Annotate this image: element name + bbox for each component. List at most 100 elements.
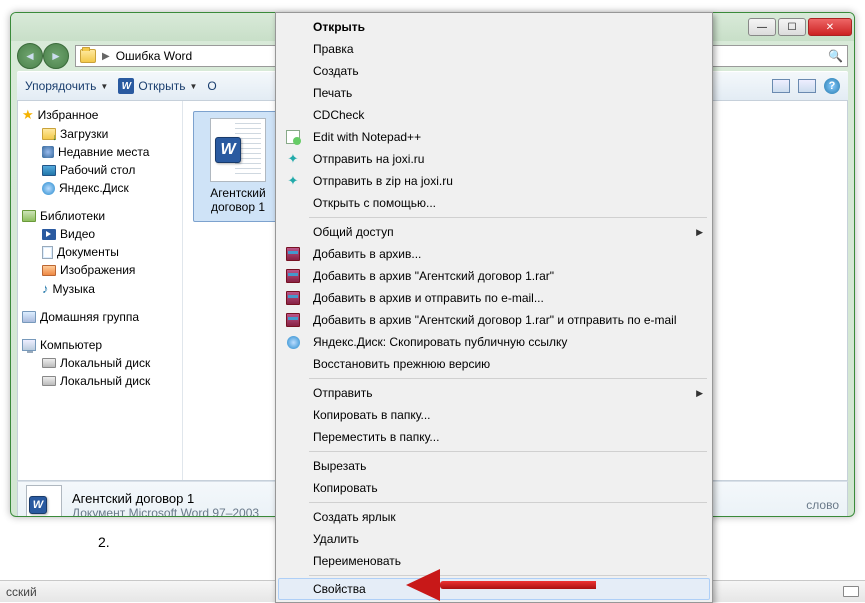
yandexdisk-icon bbox=[42, 182, 55, 195]
sidebar-pictures[interactable]: Изображения bbox=[18, 261, 182, 279]
ctx-move-to[interactable]: Переместить в папку... bbox=[279, 426, 709, 448]
chevron-down-icon: ▼ bbox=[189, 82, 197, 91]
details-thumbnail: W bbox=[26, 485, 62, 517]
details-title: Агентский договор 1 bbox=[72, 491, 259, 506]
view-mode-button[interactable] bbox=[772, 79, 790, 93]
close-button[interactable]: ✕ bbox=[808, 18, 852, 36]
breadcrumb[interactable]: Ошибка Word bbox=[116, 49, 193, 63]
downloads-icon bbox=[42, 128, 56, 140]
minimize-button[interactable]: — bbox=[748, 18, 776, 36]
music-icon: ♪ bbox=[42, 281, 49, 296]
drive-icon bbox=[42, 358, 56, 368]
ctx-delete[interactable]: Удалить bbox=[279, 528, 709, 550]
search-icon: 🔍 bbox=[828, 49, 843, 63]
file-thumbnail: W bbox=[210, 118, 266, 182]
sidebar-drive-d[interactable]: Локальный диск bbox=[18, 372, 182, 390]
separator bbox=[309, 217, 707, 218]
arrow-body bbox=[440, 581, 596, 589]
arrow-head-icon bbox=[406, 569, 440, 601]
yandexdisk-icon bbox=[287, 336, 300, 349]
ctx-cdcheck[interactable]: CDCheck bbox=[279, 104, 709, 126]
word-icon: W bbox=[118, 78, 134, 94]
video-icon bbox=[42, 229, 56, 240]
sidebar-libraries[interactable]: Библиотеки bbox=[18, 207, 182, 225]
annotation-arrow bbox=[406, 575, 596, 595]
libraries-icon bbox=[22, 210, 36, 222]
separator bbox=[309, 378, 707, 379]
computer-icon bbox=[22, 339, 36, 351]
sidebar-videos[interactable]: Видео bbox=[18, 225, 182, 243]
ctx-shortcut[interactable]: Создать ярлык bbox=[279, 506, 709, 528]
ctx-open[interactable]: Открыть bbox=[279, 16, 709, 38]
ctx-edit[interactable]: Правка bbox=[279, 38, 709, 60]
ctx-yadisk-link[interactable]: Яндекс.Диск: Скопировать публичную ссылк… bbox=[279, 331, 709, 353]
forward-button[interactable]: ► bbox=[43, 43, 69, 69]
ctx-notepad-plus-plus[interactable]: Edit with Notepad++ bbox=[279, 126, 709, 148]
ctx-add-archive[interactable]: Добавить в архив... bbox=[279, 243, 709, 265]
ctx-copy[interactable]: Копировать bbox=[279, 477, 709, 499]
ctx-send-to[interactable]: Отправить▶ bbox=[279, 382, 709, 404]
ctx-add-rar[interactable]: Добавить в архив "Агентский договор 1.ra… bbox=[279, 265, 709, 287]
word-icon: W bbox=[215, 137, 241, 163]
help-icon[interactable]: ? bbox=[824, 78, 840, 94]
ctx-add-email[interactable]: Добавить в архив и отправить по e-mail..… bbox=[279, 287, 709, 309]
drive-icon bbox=[42, 376, 56, 386]
ctx-copy-to[interactable]: Копировать в папку... bbox=[279, 404, 709, 426]
sidebar-homegroup[interactable]: Домашняя группа bbox=[18, 308, 182, 326]
separator bbox=[309, 502, 707, 503]
sidebar-documents[interactable]: Документы bbox=[18, 243, 182, 261]
sidebar-favorites[interactable]: ★Избранное bbox=[18, 105, 182, 125]
sidebar-yandexdisk[interactable]: Яндекс.Диск bbox=[18, 179, 182, 197]
ctx-restore[interactable]: Восстановить прежнюю версию bbox=[279, 353, 709, 375]
ctx-new[interactable]: Создать bbox=[279, 60, 709, 82]
star-icon: ★ bbox=[22, 107, 34, 123]
notepadpp-icon bbox=[286, 130, 300, 144]
sidebar-desktop[interactable]: Рабочий стол bbox=[18, 161, 182, 179]
list-number: 2. bbox=[98, 534, 110, 550]
maximize-button[interactable]: ☐ bbox=[778, 18, 806, 36]
ctx-add-rar-email[interactable]: Добавить в архив "Агентский договор 1.ra… bbox=[279, 309, 709, 331]
sidebar-computer[interactable]: Компьютер bbox=[18, 336, 182, 354]
ctx-share[interactable]: Общий доступ▶ bbox=[279, 221, 709, 243]
open-label: Открыть bbox=[138, 79, 185, 93]
context-menu: Открыть Правка Создать Печать CDCheck Ed… bbox=[275, 12, 713, 603]
winrar-icon bbox=[286, 313, 300, 327]
ctx-open-with[interactable]: Открыть с помощью... bbox=[279, 192, 709, 214]
picture-icon bbox=[42, 265, 56, 276]
sidebar-music[interactable]: ♪Музыка bbox=[18, 279, 182, 298]
separator bbox=[309, 451, 707, 452]
word-icon: W bbox=[29, 496, 47, 514]
details-tags[interactable]: слово bbox=[806, 498, 839, 512]
sidebar-recent[interactable]: Недавние места bbox=[18, 143, 182, 161]
recent-icon bbox=[42, 146, 54, 158]
sidebar-drive-c[interactable]: Локальный диск bbox=[18, 354, 182, 372]
joxi-icon: ✦ bbox=[281, 151, 305, 167]
folder-icon bbox=[80, 49, 96, 63]
winrar-icon bbox=[286, 247, 300, 261]
joxi-icon: ✦ bbox=[281, 173, 305, 189]
lang-label: сский bbox=[6, 585, 37, 599]
ctx-joxi-zip[interactable]: ✦Отправить в zip на joxi.ru bbox=[279, 170, 709, 192]
ctx-cut[interactable]: Вырезать bbox=[279, 455, 709, 477]
open-button[interactable]: W Открыть ▼ bbox=[118, 78, 197, 94]
file-name: Агентский договор 1 bbox=[196, 186, 280, 215]
ctx-joxi-send[interactable]: ✦Отправить на joxi.ru bbox=[279, 148, 709, 170]
winrar-icon bbox=[286, 291, 300, 305]
submenu-arrow-icon: ▶ bbox=[696, 388, 703, 399]
back-button[interactable]: ◄ bbox=[17, 43, 43, 69]
ctx-rename[interactable]: Переименовать bbox=[279, 550, 709, 572]
keyboard-icon[interactable] bbox=[843, 586, 859, 597]
organize-button[interactable]: Упорядочить ▼ bbox=[25, 79, 108, 93]
file-item-selected[interactable]: W Агентский договор 1 bbox=[193, 111, 283, 222]
organize-label: Упорядочить bbox=[25, 79, 96, 93]
sidebar-downloads[interactable]: Загрузки bbox=[18, 125, 182, 143]
homegroup-icon bbox=[22, 311, 36, 323]
submenu-arrow-icon: ▶ bbox=[696, 227, 703, 238]
ctx-print[interactable]: Печать bbox=[279, 82, 709, 104]
chevron-down-icon: ▼ bbox=[100, 82, 108, 91]
sidebar: ★Избранное Загрузки Недавние места Рабоч… bbox=[18, 101, 183, 480]
toolbar-other[interactable]: О bbox=[207, 79, 216, 93]
document-icon bbox=[42, 246, 53, 259]
desktop-icon bbox=[42, 165, 56, 176]
preview-pane-button[interactable] bbox=[798, 79, 816, 93]
